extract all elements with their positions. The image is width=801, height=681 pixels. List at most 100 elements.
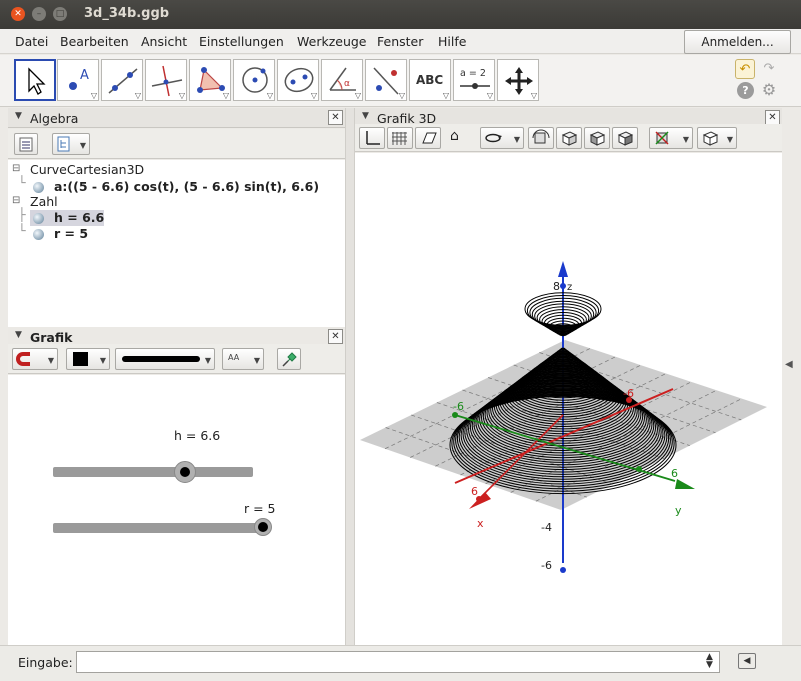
algebra-item[interactable]: r = 5 [54, 226, 88, 241]
polygon-tool-button[interactable]: ▽ [189, 59, 231, 101]
slider-h-knob[interactable] [174, 461, 196, 483]
visibility-toggle-icon[interactable] [33, 229, 44, 240]
grafik-close-button[interactable]: ✕ [328, 329, 343, 344]
algebra-close-button[interactable]: ✕ [328, 110, 343, 125]
z-axis-tick [560, 567, 566, 573]
y-axis-label: y [675, 504, 682, 517]
menubar: Datei Bearbeiten Ansicht Einstellungen W… [0, 29, 801, 54]
dropdown-arrow-icon: ▼ [253, 356, 260, 365]
slider-r-knob[interactable] [254, 518, 272, 536]
expand-panel-icon[interactable]: ◀ [785, 359, 793, 370]
menu-bearbeiten[interactable]: Bearbeiten [60, 34, 129, 49]
view-cube-xy-button[interactable] [556, 127, 582, 149]
conic-tool-button[interactable]: ▽ [277, 59, 319, 101]
panel-collapse-icon[interactable]: ▼ [15, 330, 22, 340]
group-collapse-icon[interactable]: ⊟ [12, 163, 20, 174]
clipping-button[interactable]: ▼ [649, 127, 693, 149]
projection-button[interactable]: ▼ [697, 127, 737, 149]
view-from-front-button[interactable] [528, 127, 554, 149]
gear-icon[interactable]: ⚙ [759, 80, 779, 100]
toggle-axes-button[interactable] [359, 127, 385, 149]
menu-einstellungen[interactable]: Einstellungen [199, 34, 284, 49]
grid-icon [392, 132, 407, 145]
input-label: Eingabe: [18, 655, 73, 670]
slider-r-label: r = 5 [244, 501, 276, 516]
menu-ansicht[interactable]: Ansicht [141, 34, 187, 49]
visibility-toggle-icon[interactable] [33, 182, 44, 193]
text-tool-button[interactable]: ABC ▽ [409, 59, 451, 101]
help-icon[interactable]: ? [737, 82, 754, 99]
panel-collapse-icon[interactable]: ▼ [362, 111, 369, 121]
undo-icon[interactable]: ↶ [735, 59, 755, 79]
input-history-icon[interactable]: ▲ ▼ [706, 653, 713, 670]
line-tool-button[interactable]: ▽ [101, 59, 143, 101]
toggle-grid-button[interactable] [387, 127, 413, 149]
list-icon [19, 137, 33, 152]
x-tick-label: -6 [623, 387, 634, 400]
point-tool-button[interactable]: A ▽ [57, 59, 99, 101]
algebra-item[interactable]: h = 6.6 [54, 210, 104, 225]
login-button[interactable]: Anmelden... [684, 30, 791, 54]
cube-icon [589, 131, 606, 146]
color-swatch [73, 352, 88, 366]
standard-view-button[interactable]: ⌂ [443, 127, 469, 149]
algebra-item[interactable]: a:((5 - 6.6) cos(t), (5 - 6.6) sin(t), 6… [54, 179, 319, 194]
grafik3d-view[interactable]: 8 z -4 -6 6 -6 x -6 6 y [355, 153, 782, 645]
algebra-group-label[interactable]: Zahl [30, 194, 58, 209]
window-close-button[interactable]: ✕ [11, 7, 25, 21]
algebra-style-bar: ▼ [8, 129, 345, 159]
line-style-button[interactable]: ▼ [115, 348, 215, 370]
slider-tool-button[interactable]: a = 2 ▽ [453, 59, 495, 101]
input-field[interactable] [76, 651, 720, 673]
plane-icon [422, 132, 437, 144]
visibility-toggle-icon[interactable] [33, 213, 44, 224]
window-maximize-button[interactable]: □ [53, 7, 67, 21]
z-tick-label: -6 [541, 559, 552, 572]
magnet-point-capture-button[interactable]: ▼ [12, 348, 58, 370]
tool-menu-arrow-icon: ▽ [266, 91, 273, 100]
toggle-plane-button[interactable] [415, 127, 441, 149]
right-collapse-strip: ◀ [782, 108, 801, 645]
redo-icon[interactable]: ↷ [759, 59, 779, 79]
cube-icon [617, 131, 634, 146]
group-collapse-icon[interactable]: ⊟ [12, 195, 20, 206]
slider-h-track[interactable] [53, 467, 253, 477]
menu-fenster[interactable]: Fenster [377, 34, 423, 49]
angle-tool-button[interactable]: α ▽ [321, 59, 363, 101]
view-rotate-icon [532, 129, 550, 144]
y-axis-tick [636, 466, 642, 472]
rotate-icon [485, 133, 502, 143]
vertical-splitter[interactable] [345, 108, 355, 645]
move-view-tool-button[interactable]: ▽ [497, 59, 539, 101]
rotate-view-button[interactable]: ▼ [480, 127, 524, 149]
view-cube-xz-button[interactable] [584, 127, 610, 149]
algebra-toggle-auxiliary-button[interactable] [14, 133, 38, 155]
reflect-tool-button[interactable]: ▽ [365, 59, 407, 101]
tool-menu-arrow-icon: ▽ [90, 91, 97, 100]
menu-werkzeuge[interactable]: Werkzeuge [297, 34, 367, 49]
menu-datei[interactable]: Datei [15, 34, 48, 49]
z-tick-label: -4 [541, 521, 552, 534]
view-cube-yz-button[interactable] [612, 127, 638, 149]
menu-hilfe[interactable]: Hilfe [438, 34, 466, 49]
text-size-button[interactable]: AA ▼ [222, 348, 264, 370]
color-button[interactable]: ▼ [66, 348, 110, 370]
tool-menu-arrow-icon: ▽ [442, 91, 449, 100]
perpendicular-tool-button[interactable]: ▽ [145, 59, 187, 101]
algebra-sort-button[interactable]: ▼ [52, 133, 90, 155]
tree-connector: ├ [18, 207, 26, 222]
z-tick-label: 8 [553, 280, 560, 293]
grafik-style-bar: ▼ ▼ ▼ AA ▼ [8, 344, 345, 374]
point-tool-letter: A [80, 68, 89, 83]
circle-tool-button[interactable]: ▽ [233, 59, 275, 101]
pin-button[interactable] [277, 348, 301, 370]
dropdown-arrow-icon: ▼ [204, 356, 211, 365]
window-minimize-button[interactable]: – [32, 7, 46, 21]
grafik3d-canvas[interactable]: 8 z -4 -6 6 -6 x -6 6 y [355, 153, 782, 645]
panel-collapse-icon[interactable]: ▼ [15, 111, 22, 121]
grafik3d-close-button[interactable]: ✕ [765, 110, 780, 125]
algebra-group-label[interactable]: CurveCartesian3D [30, 162, 144, 177]
slider-r-track[interactable] [53, 523, 263, 533]
input-help-icon[interactable]: ◀ [738, 653, 756, 669]
move-tool-button[interactable] [14, 59, 56, 101]
